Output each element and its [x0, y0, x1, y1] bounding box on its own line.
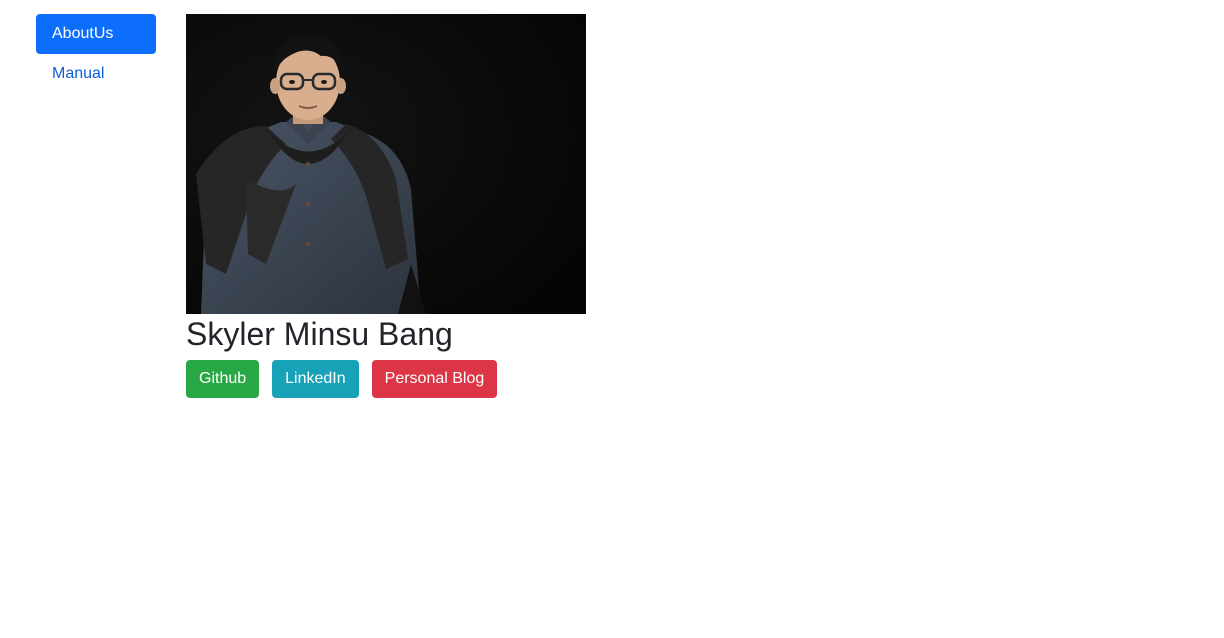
- profile-name: Skyler Minsu Bang: [186, 316, 453, 352]
- profile-links: Github LinkedIn Personal Blog: [186, 360, 586, 398]
- nav-item-manual[interactable]: Manual: [36, 54, 156, 94]
- linkedin-button[interactable]: LinkedIn: [272, 360, 359, 398]
- nav-item-aboutus[interactable]: AboutUs: [36, 14, 156, 54]
- profile-photo: [186, 14, 586, 314]
- profile-section: Skyler Minsu Bang Github LinkedIn Person…: [186, 14, 586, 398]
- page: AboutUs Manual Skyler Minsu Bang Github …: [0, 0, 1224, 638]
- sidebar-nav: AboutUs Manual: [36, 14, 156, 94]
- personal-blog-button[interactable]: Personal Blog: [371, 360, 498, 398]
- github-button[interactable]: Github: [186, 360, 260, 398]
